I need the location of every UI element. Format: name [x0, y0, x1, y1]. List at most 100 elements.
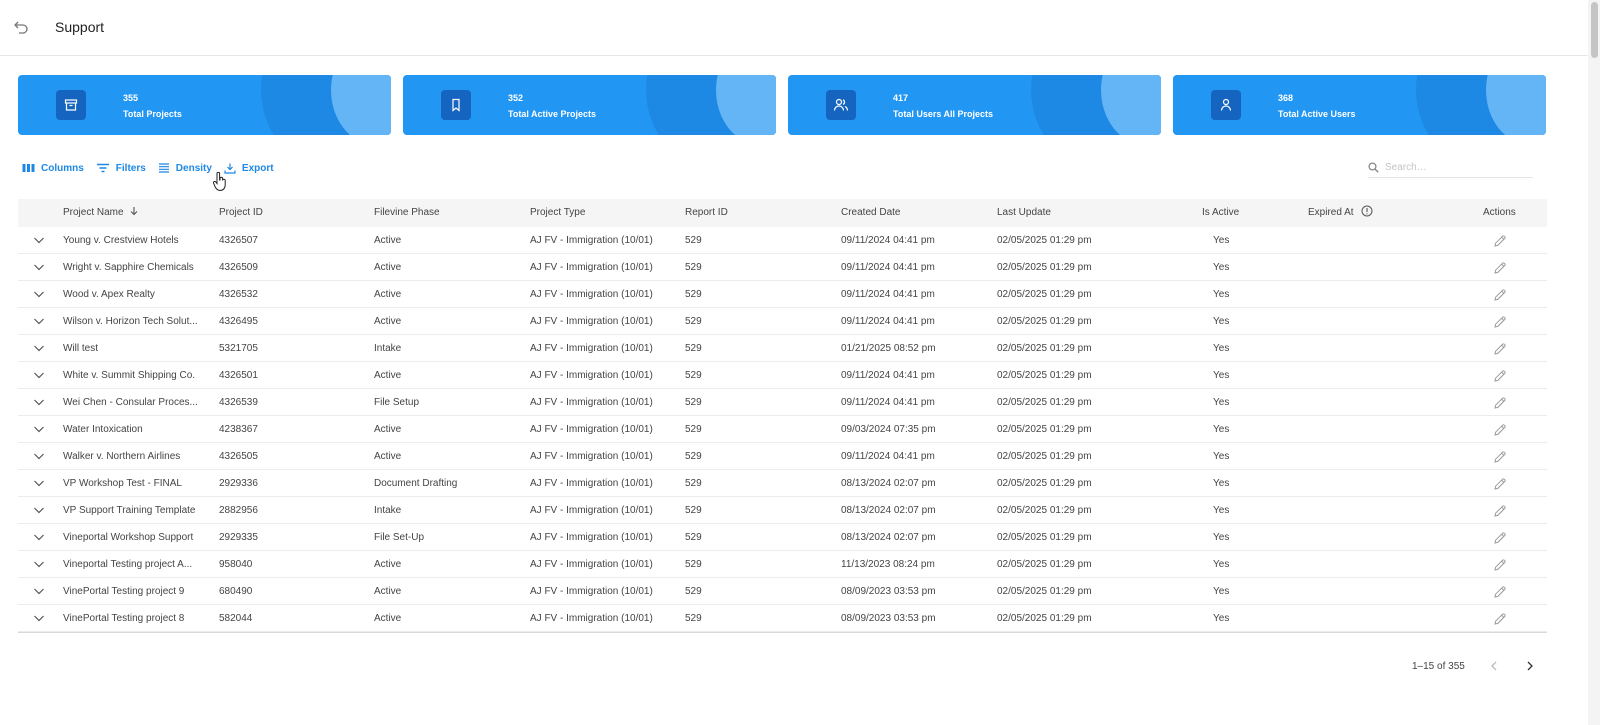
scrollbar[interactable] [1588, 0, 1600, 725]
edit-pencil-icon[interactable] [1493, 531, 1507, 545]
table-row[interactable]: Walker v. Northern Airlines 4326505 Active… [18, 443, 1547, 470]
chevron-left-icon [1490, 661, 1497, 671]
cell-project-name: VP Workshop Test - FINAL [63, 478, 182, 489]
chevron-down-icon[interactable] [33, 342, 45, 354]
chevron-down-icon[interactable] [33, 612, 45, 624]
column-header-project-type[interactable]: Project Type [530, 199, 585, 227]
filters-button[interactable]: Filters [96, 163, 146, 174]
edit-pencil-icon[interactable] [1493, 585, 1507, 599]
table-row[interactable]: Will test 5321705 Intake AJ FV - Immigratio… [18, 335, 1547, 362]
table-row[interactable]: VP Workshop Test - FINAL 2929336 Document … [18, 470, 1547, 497]
stat-value: 352 [508, 93, 524, 103]
filter-icon [96, 163, 109, 173]
edit-pencil-icon[interactable] [1493, 261, 1507, 275]
column-header-last-update[interactable]: Last Update [997, 199, 1051, 227]
cell-last-update: 02/05/2025 01:29 pm [997, 478, 1092, 489]
table-row[interactable]: VinePortal Testing project 9 680490 Active… [18, 578, 1547, 605]
cell-created-date: 08/13/2024 02:07 pm [841, 478, 936, 489]
table-row[interactable]: Vineportal Testing project A... 958040 Act… [18, 551, 1547, 578]
chevron-down-icon[interactable] [33, 477, 45, 489]
cell-created-date: 09/11/2024 04:41 pm [841, 451, 935, 462]
chevron-down-icon[interactable] [33, 315, 45, 327]
chevron-down-icon[interactable] [33, 585, 45, 597]
table-row[interactable]: Wei Chen - Consular Proces... 4326539 File… [18, 389, 1547, 416]
chevron-down-icon[interactable] [33, 558, 45, 570]
cell-is-active: Yes [1213, 343, 1230, 354]
scrollbar-thumb[interactable] [1591, 2, 1598, 58]
cell-project-name: VP Support Training Template [63, 505, 196, 516]
cell-expired-at [1308, 227, 1458, 254]
cell-project-name: Wright v. Sapphire Chemicals [63, 262, 194, 273]
sort-arrow-down-icon[interactable] [129, 206, 139, 216]
edit-pencil-icon[interactable] [1493, 477, 1507, 491]
cell-is-active: Yes [1213, 370, 1230, 381]
cell-expired-at [1308, 497, 1458, 524]
cell-project-type: AJ FV - Immigration (10/01) [530, 343, 653, 354]
chevron-down-icon[interactable] [33, 531, 45, 543]
hand-cursor-icon [212, 171, 228, 197]
edit-pencil-icon[interactable] [1493, 234, 1507, 248]
column-header-project-name[interactable]: Project Name [63, 199, 139, 227]
column-header-project-id[interactable]: Project ID [219, 199, 263, 227]
cell-created-date: 09/11/2024 04:41 pm [841, 397, 935, 408]
info-icon[interactable] [1361, 205, 1373, 217]
edit-pencil-icon[interactable] [1493, 369, 1507, 383]
cell-report-id: 529 [685, 613, 702, 624]
cell-created-date: 09/11/2024 04:41 pm [841, 262, 935, 273]
column-header-filevine-phase[interactable]: Filevine Phase [374, 199, 440, 227]
search-icon [1368, 162, 1379, 173]
previous-page-button[interactable] [1487, 659, 1501, 673]
table-row[interactable]: Wood v. Apex Realty 4326532 Active AJ FV - … [18, 281, 1547, 308]
column-header-created-date[interactable]: Created Date [841, 199, 900, 227]
cell-expired-at [1308, 470, 1458, 497]
edit-pencil-icon[interactable] [1493, 342, 1507, 356]
table-row[interactable]: VP Support Training Template 2882956 Intak… [18, 497, 1547, 524]
chevron-down-icon[interactable] [33, 288, 45, 300]
chevron-down-icon[interactable] [33, 450, 45, 462]
density-button[interactable]: Density [158, 163, 212, 174]
next-page-button[interactable] [1523, 659, 1537, 673]
cell-expired-at [1308, 416, 1458, 443]
edit-pencil-icon[interactable] [1493, 558, 1507, 572]
edit-pencil-icon[interactable] [1493, 450, 1507, 464]
column-header-report-id[interactable]: Report ID [685, 199, 728, 227]
table-row[interactable]: Young v. Crestview Hotels 4326507 Active AJ… [18, 227, 1547, 254]
edit-pencil-icon[interactable] [1493, 288, 1507, 302]
chevron-down-icon[interactable] [33, 234, 45, 246]
table-row[interactable]: White v. Summit Shipping Co. 4326501 Activ… [18, 362, 1547, 389]
edit-pencil-icon[interactable] [1493, 423, 1507, 437]
table-row[interactable]: Wright v. Sapphire Chemicals 4326509 Activ… [18, 254, 1547, 281]
search-input[interactable] [1385, 162, 1525, 173]
cell-is-active: Yes [1213, 262, 1230, 273]
table-row[interactable]: Vineportal Workshop Support 2929335 File S… [18, 524, 1547, 551]
columns-button[interactable]: Columns [22, 163, 84, 174]
cell-project-id: 4326507 [219, 235, 258, 246]
cell-project-type: AJ FV - Immigration (10/01) [530, 424, 653, 435]
table-row[interactable]: Wilson v. Horizon Tech Solut... 4326495 Ac… [18, 308, 1547, 335]
edit-pencil-icon[interactable] [1493, 315, 1507, 329]
chevron-down-icon[interactable] [33, 261, 45, 273]
edit-pencil-icon[interactable] [1493, 504, 1507, 518]
table-row[interactable]: VinePortal Testing project 8 582044 Active… [18, 605, 1547, 632]
chevron-down-icon[interactable] [33, 504, 45, 516]
cell-created-date: 08/09/2023 03:53 pm [841, 613, 936, 624]
chevron-down-icon[interactable] [33, 396, 45, 408]
edit-pencil-icon[interactable] [1493, 612, 1507, 626]
cell-last-update: 02/05/2025 01:29 pm [997, 370, 1092, 381]
cell-created-date: 11/13/2023 08:24 pm [841, 559, 935, 570]
archive-icon [56, 90, 86, 120]
chevron-down-icon[interactable] [33, 423, 45, 435]
column-header-expired-at[interactable]: Expired At [1308, 199, 1373, 227]
export-button[interactable]: Export [224, 163, 274, 174]
edit-pencil-icon[interactable] [1493, 396, 1507, 410]
cell-last-update: 02/05/2025 01:29 pm [997, 505, 1092, 516]
cell-project-id: 2929336 [219, 478, 258, 489]
stat-label: Total Active Users [1278, 109, 1356, 119]
chevron-down-icon[interactable] [33, 369, 45, 381]
table-row[interactable]: Water Intoxication 4238367 Active AJ FV - I… [18, 416, 1547, 443]
back-arrow-icon[interactable] [12, 18, 32, 38]
stat-value: 368 [1278, 93, 1294, 103]
column-header-is-active[interactable]: Is Active [1202, 199, 1239, 227]
cell-report-id: 529 [685, 235, 702, 246]
table-divider [18, 632, 1547, 633]
